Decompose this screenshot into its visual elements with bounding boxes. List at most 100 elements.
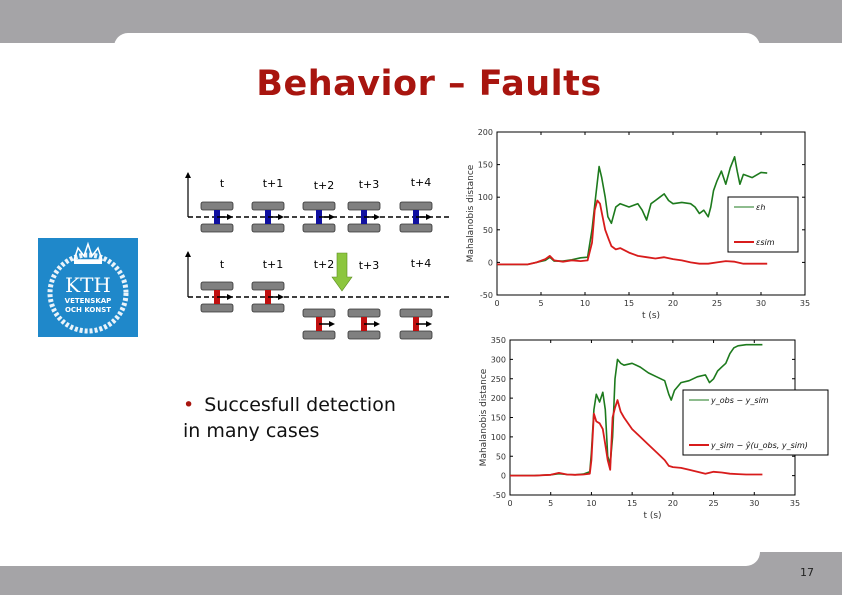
legend-label: εh xyxy=(756,203,765,212)
heading-arrow-icon xyxy=(329,214,335,220)
vehicle xyxy=(302,308,336,340)
time-label-fault: t+1 xyxy=(263,258,284,271)
heading-arrow-icon xyxy=(278,294,284,300)
bullet-line-2: in many cases xyxy=(183,420,320,442)
heading-arrow-icon xyxy=(426,214,432,220)
y-tick-label: 0 xyxy=(488,258,493,267)
time-label-normal: t+3 xyxy=(359,178,380,191)
x-axis-label: t (s) xyxy=(643,511,661,520)
x-tick-label: 35 xyxy=(800,299,810,308)
vehicle-bottom-wheel xyxy=(399,330,433,340)
vehicle-bottom-wheel xyxy=(200,223,234,233)
x-tick-label: 30 xyxy=(756,299,766,308)
vehicle-top-wheel xyxy=(399,201,433,211)
x-tick-label: 20 xyxy=(668,299,678,308)
time-label-fault: t+4 xyxy=(411,257,432,270)
x-tick-label: 0 xyxy=(507,499,512,508)
vehicle-bottom-wheel xyxy=(302,223,336,233)
y-tick-label: 50 xyxy=(496,452,506,461)
time-label-normal: t+2 xyxy=(314,179,335,192)
y-axis-label: Mahalanobis distance xyxy=(479,368,489,466)
legend: εh εsim xyxy=(727,196,799,253)
heading-arrow-icon xyxy=(374,214,380,220)
vehicle-bottom-wheel xyxy=(251,223,285,233)
heading-arrow-icon xyxy=(374,321,380,327)
heading-arrow-icon xyxy=(278,214,284,220)
vehicle-diagram: t t+1 t+2 t+3 t+4 t t+1 t+2 t+3 t+4 xyxy=(185,172,450,340)
vehicle-top-wheel xyxy=(347,308,381,318)
vehicle-bottom-wheel xyxy=(251,303,285,313)
y-tick-label: 150 xyxy=(491,414,506,423)
vehicle-top-wheel xyxy=(347,201,381,211)
time-label-normal: t xyxy=(220,177,225,190)
x-tick-label: 25 xyxy=(712,299,722,308)
legend: y_obs − y_sim y_sim − ŷ(u_obs, y_sim) xyxy=(682,389,829,456)
x-tick-label: 10 xyxy=(586,499,596,508)
time-label-normal: t+1 xyxy=(263,177,284,190)
y-tick-label: -50 xyxy=(493,491,506,500)
vehicle-top-wheel xyxy=(251,281,285,291)
y-tick-label: 250 xyxy=(491,375,506,384)
x-tick-label: 15 xyxy=(627,499,637,508)
vehicle xyxy=(302,201,336,233)
legend-label: y_sim − ŷ(u_obs, y_sim) xyxy=(710,441,808,450)
bullet-dot: • xyxy=(183,394,195,416)
logo-kth-text: KTH xyxy=(65,273,111,297)
bottom-panel xyxy=(0,536,760,566)
x-axis-label: t (s) xyxy=(642,311,660,321)
y-tick-label: -50 xyxy=(480,291,493,300)
x-tick-label: 20 xyxy=(668,499,678,508)
x-tick-label: 15 xyxy=(624,299,634,308)
y-tick-label: 100 xyxy=(491,433,506,442)
vehicle-bottom-wheel xyxy=(347,330,381,340)
time-label-normal: t+4 xyxy=(411,176,432,189)
y-tick-label: 0 xyxy=(501,472,506,481)
x-tick-label: 30 xyxy=(749,499,759,508)
bullet-text: • Succesfull detection in many cases xyxy=(183,392,396,444)
vehicle xyxy=(347,308,381,340)
chart-bottom: 0 5 10 15 20 25 30 35-50050100150200250300350t … xyxy=(479,336,829,520)
vehicle-top-wheel xyxy=(251,201,285,211)
y-tick-label: 200 xyxy=(491,394,506,403)
vehicle-bottom-wheel xyxy=(302,330,336,340)
y-tick-label: 300 xyxy=(491,355,506,364)
vehicle-bottom-wheel xyxy=(399,223,433,233)
vehicle-top-wheel xyxy=(200,281,234,291)
vehicle-bottom-wheel xyxy=(347,223,381,233)
heading-arrow-icon xyxy=(426,321,432,327)
y-tick-label: 200 xyxy=(478,128,493,137)
y-tick-label: 350 xyxy=(491,336,506,345)
fault-arrow-icon xyxy=(331,252,353,292)
heading-arrow-icon xyxy=(227,294,233,300)
time-label-fault: t xyxy=(220,258,225,271)
vehicle-bottom-wheel xyxy=(200,303,234,313)
time-label-fault: t+3 xyxy=(359,259,380,272)
heading-arrow-icon xyxy=(227,214,233,220)
x-tick-label: 0 xyxy=(494,299,499,308)
bullet-line-1: Succesfull detection xyxy=(204,394,396,416)
logo-line2: OCH KONST xyxy=(65,306,111,314)
y-tick-label: 150 xyxy=(478,161,493,170)
y-tick-label: 50 xyxy=(483,226,493,235)
y-axis-label: Mahalanobis distance xyxy=(466,164,476,262)
vehicle-top-wheel xyxy=(399,308,433,318)
kth-logo: KTH VETENSKAP OCH KONST xyxy=(38,238,138,337)
logo-line1: VETENSKAP xyxy=(65,297,112,305)
axis-arrow-icon xyxy=(185,251,191,257)
x-tick-label: 35 xyxy=(790,499,800,508)
vehicle xyxy=(399,308,433,340)
chart-top: 0 5 10 15 20 25 30 35-50050100150200t (s)Mahala… xyxy=(466,128,810,321)
kth-emblem-icon: KTH VETENSKAP OCH KONST xyxy=(47,241,129,334)
y-tick-label: 100 xyxy=(478,193,493,202)
time-label-fault: t+2 xyxy=(314,258,335,271)
legend-label: y_obs − y_sim xyxy=(710,396,769,405)
slide-title-text: Behavior – Faults xyxy=(256,64,602,104)
vehicle-top-wheel xyxy=(302,201,336,211)
legend-label: εsim xyxy=(756,238,775,247)
vehicle-top-wheel xyxy=(302,308,336,318)
heading-arrow-icon xyxy=(329,321,335,327)
slide-title: Behavior – Faults xyxy=(0,64,842,104)
vehicle-top-wheel xyxy=(200,201,234,211)
x-tick-label: 25 xyxy=(708,499,718,508)
x-tick-label: 5 xyxy=(538,299,543,308)
